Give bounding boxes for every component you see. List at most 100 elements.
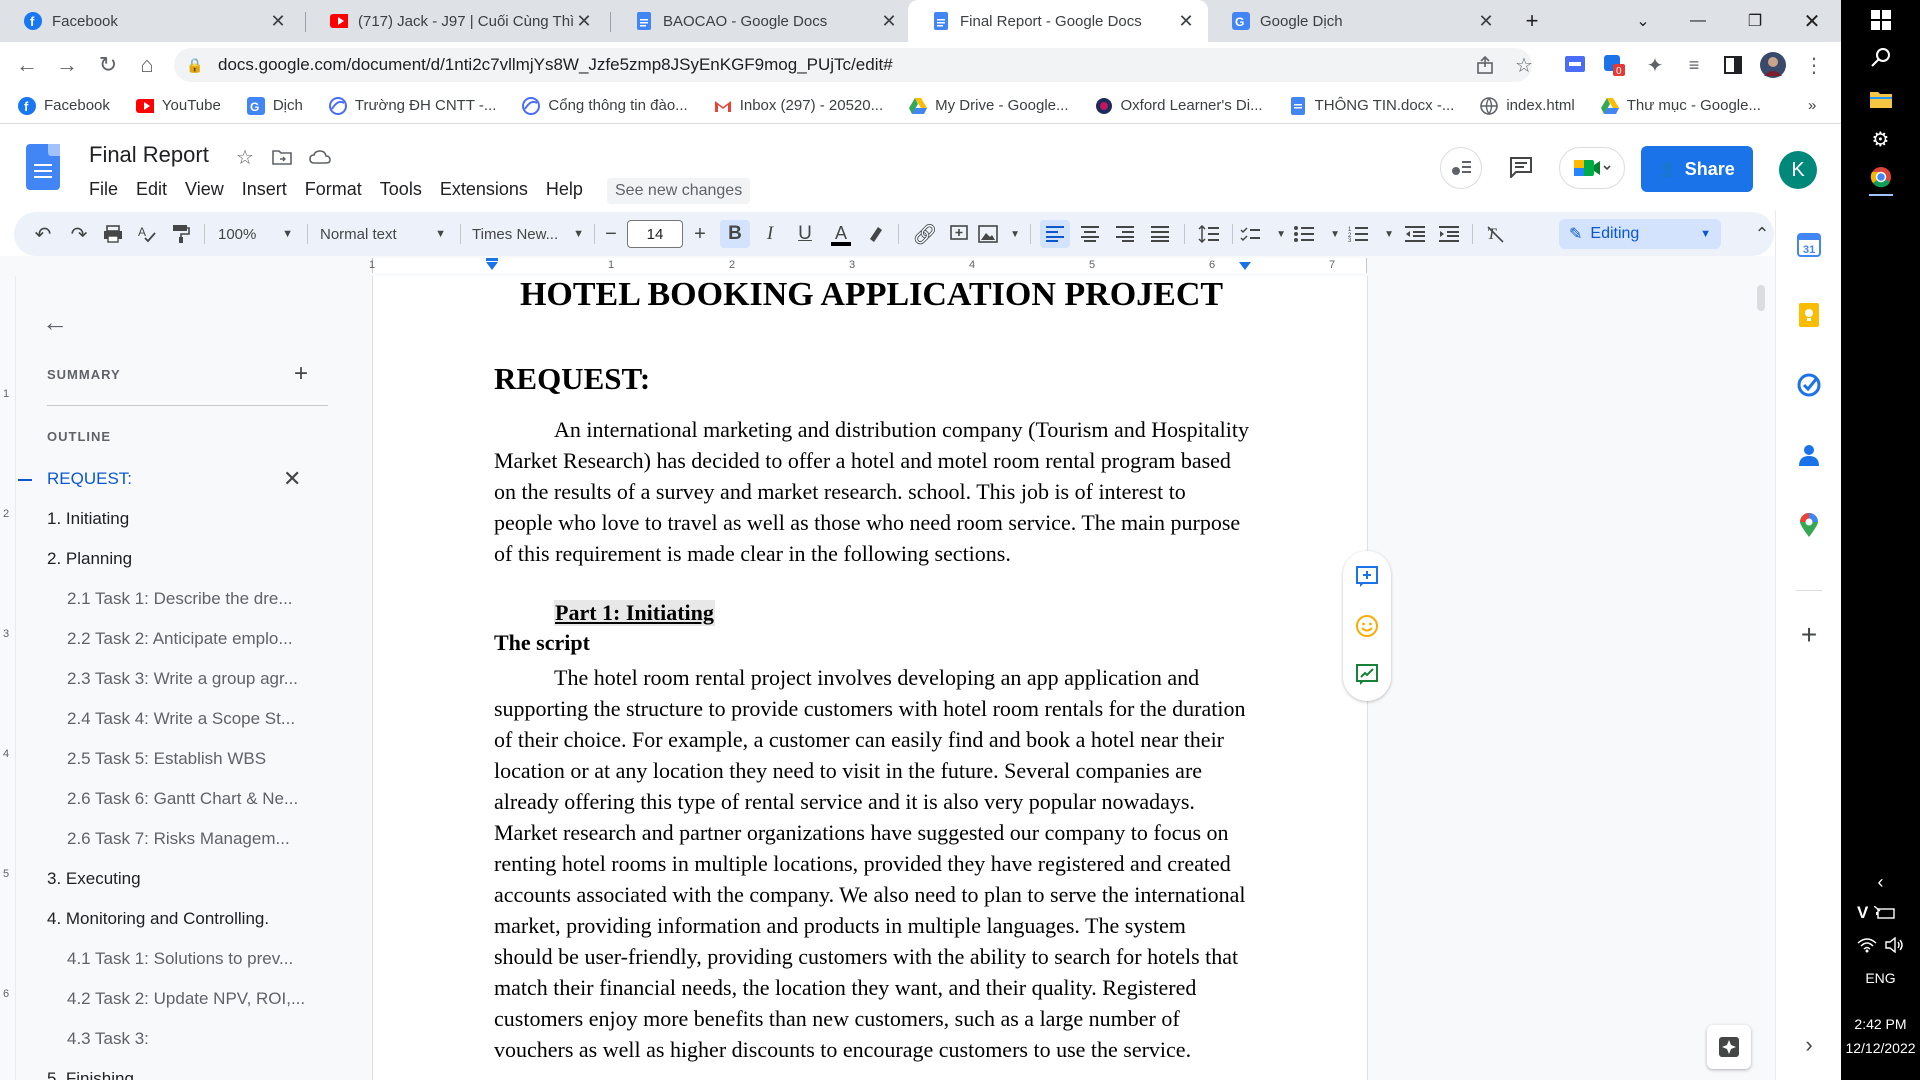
document-page[interactable]: HOTEL BOOKING APPLICATION PROJECT REQUES… [373,276,1367,1080]
restore-button[interactable]: ❐ [1732,0,1778,42]
justify-icon[interactable] [1145,220,1175,248]
tab-facebook[interactable]: f Facebook ✕ [0,0,300,42]
align-right-icon[interactable] [1110,220,1140,248]
menu-view[interactable]: View [185,179,224,200]
bookmark-gmail[interactable]: Inbox (297) - 20520... [714,97,883,115]
outline-item[interactable]: 3. Executing [47,869,141,889]
outline-item[interactable]: 2.2 Task 2: Anticipate emplo... [67,629,293,649]
align-center-icon[interactable] [1075,220,1105,248]
tab-search-chevron-icon[interactable]: ⌄ [1620,0,1666,42]
show-hidden-icons-chevron-icon[interactable]: ‹ [1841,872,1920,892]
line-spacing-icon[interactable] [1194,220,1224,248]
bookmark-oxford[interactable]: Oxford Learner's Di... [1095,97,1263,115]
bookmarks-overflow-icon[interactable]: » [1808,97,1816,114]
minimize-button[interactable]: — [1675,0,1721,42]
outline-item[interactable]: 2.5 Task 5: Establish WBS [67,749,266,769]
back-arrow-icon[interactable]: ← [42,307,68,338]
bookmark-drive[interactable]: My Drive - Google... [909,97,1069,115]
menu-format[interactable]: Format [305,179,362,200]
tab-final-report[interactable]: Final Report - Google Docs ✕ [908,0,1208,42]
bookmark-folder[interactable]: Thư mục - Google... [1600,97,1761,115]
back-button[interactable]: ← [12,50,42,80]
editing-mode-select[interactable]: ✎ Editing ▼ [1559,219,1721,249]
bookmark-portal[interactable]: Cổng thông tin đào... [522,96,688,115]
outline-item[interactable]: 5. Finishing [47,1069,134,1080]
chrome-menu-icon[interactable]: ⋮ [1801,52,1827,78]
outline-item[interactable]: 4.3 Task 3: [67,1029,149,1049]
zoom-select[interactable]: 100% ▼ [218,220,293,248]
show-side-panel-icon[interactable]: › [1796,1032,1822,1058]
print-icon[interactable] [98,220,128,248]
menu-insert[interactable]: Insert [242,179,287,200]
increase-indent-icon[interactable] [1434,220,1464,248]
star-icon[interactable]: ☆ [233,145,257,169]
menu-file[interactable]: File [89,179,118,200]
keep-icon[interactable] [1796,302,1822,328]
home-button[interactable]: ⌂ [132,50,162,80]
menu-tools[interactable]: Tools [380,179,422,200]
settings-gear-icon[interactable]: ⚙ [1841,126,1920,152]
extension-badge-icon[interactable]: 0 [1601,52,1627,78]
move-folder-icon[interactable] [270,145,294,169]
meet-icon[interactable] [1559,147,1625,189]
comments-icon[interactable] [1503,149,1539,185]
outline-item[interactable]: REQUEST: [47,469,132,489]
close-window-button[interactable]: ✕ [1789,0,1835,42]
add-comment-icon[interactable] [1355,565,1379,589]
decrease-indent-icon[interactable] [1400,220,1430,248]
share-button[interactable]: 👤 Share [1641,146,1753,192]
volume-icon[interactable] [1885,937,1905,953]
activity-dashboard-icon[interactable] [1440,147,1482,189]
menu-help[interactable]: Help [546,179,583,200]
bookmark-youtube[interactable]: YouTube [135,97,221,115]
menu-edit[interactable]: Edit [136,179,167,200]
close-tab-icon[interactable]: ✕ [268,11,288,32]
close-tab-icon[interactable]: ✕ [1176,11,1196,32]
input-language[interactable]: ENG [1841,970,1920,986]
add-comment-icon[interactable] [944,220,974,248]
get-addons-button[interactable]: + [1796,619,1822,650]
tab-baocao[interactable]: BAOCAO - Google Docs ✕ [611,0,911,42]
outline-item[interactable]: 2.4 Task 4: Write a Scope St... [67,709,295,729]
tab-google-translate[interactable]: G Google Dịch ✕ [1208,0,1508,42]
maps-icon[interactable] [1796,512,1822,538]
checklist-button[interactable]: ▼ [1240,220,1286,248]
address-bar[interactable]: 🔒 docs.google.com/document/d/1nti2c7vllm… [174,48,1532,82]
suggest-edits-icon[interactable] [1355,663,1379,687]
file-explorer-icon[interactable] [1841,86,1920,112]
remove-heading-icon[interactable]: ✕ [283,466,301,492]
docs-logo-icon[interactable] [26,144,60,190]
align-left-icon[interactable] [1040,220,1070,248]
bookmark-facebook[interactable]: f Facebook [18,96,110,115]
account-avatar[interactable]: K [1779,151,1817,189]
undo-icon[interactable]: ↶ [28,220,58,248]
numbered-list-button[interactable]: 1 2 3 ▼ [1348,220,1394,248]
outline-item[interactable]: 1. Initiating [47,509,129,529]
see-new-changes-button[interactable]: See new changes [607,178,751,204]
underline-button[interactable]: U [790,220,820,248]
menu-extensions[interactable]: Extensions [440,179,528,200]
paint-format-icon[interactable] [166,220,196,248]
outline-item[interactable]: 4.1 Task 1: Solutions to prev... [67,949,293,969]
collapse-menus-icon[interactable]: ⌃ [1750,220,1774,248]
contacts-icon[interactable] [1796,442,1822,468]
close-tab-icon[interactable]: ✕ [1476,11,1496,32]
wifi-icon[interactable] [1857,937,1877,953]
new-tab-button[interactable]: + [1509,0,1555,42]
increase-font-size-button[interactable]: + [688,220,712,248]
decrease-font-size-button[interactable]: − [599,220,623,248]
bookmark-uit[interactable]: Trường ĐH CNTT -... [328,96,496,115]
search-icon[interactable] [1841,44,1920,70]
vpn-icon[interactable]: V [1857,903,1868,923]
reading-list-icon[interactable]: ≡ [1681,52,1707,78]
add-summary-button[interactable]: + [294,360,308,388]
bookmark-index[interactable]: index.html [1480,96,1575,115]
share-page-icon[interactable] [1472,52,1498,78]
extension-screen-icon[interactable] [1562,52,1588,78]
close-tab-icon[interactable]: ✕ [879,11,899,32]
outline-item[interactable]: 2.6 Task 6: Gantt Chart & Ne... [67,789,298,809]
cloud-saved-icon[interactable] [308,145,332,169]
italic-button[interactable]: I [755,220,785,248]
outline-item[interactable]: 4.2 Task 2: Update NPV, ROI,... [67,989,305,1009]
link-icon[interactable]: 🔗︎ [910,220,940,248]
